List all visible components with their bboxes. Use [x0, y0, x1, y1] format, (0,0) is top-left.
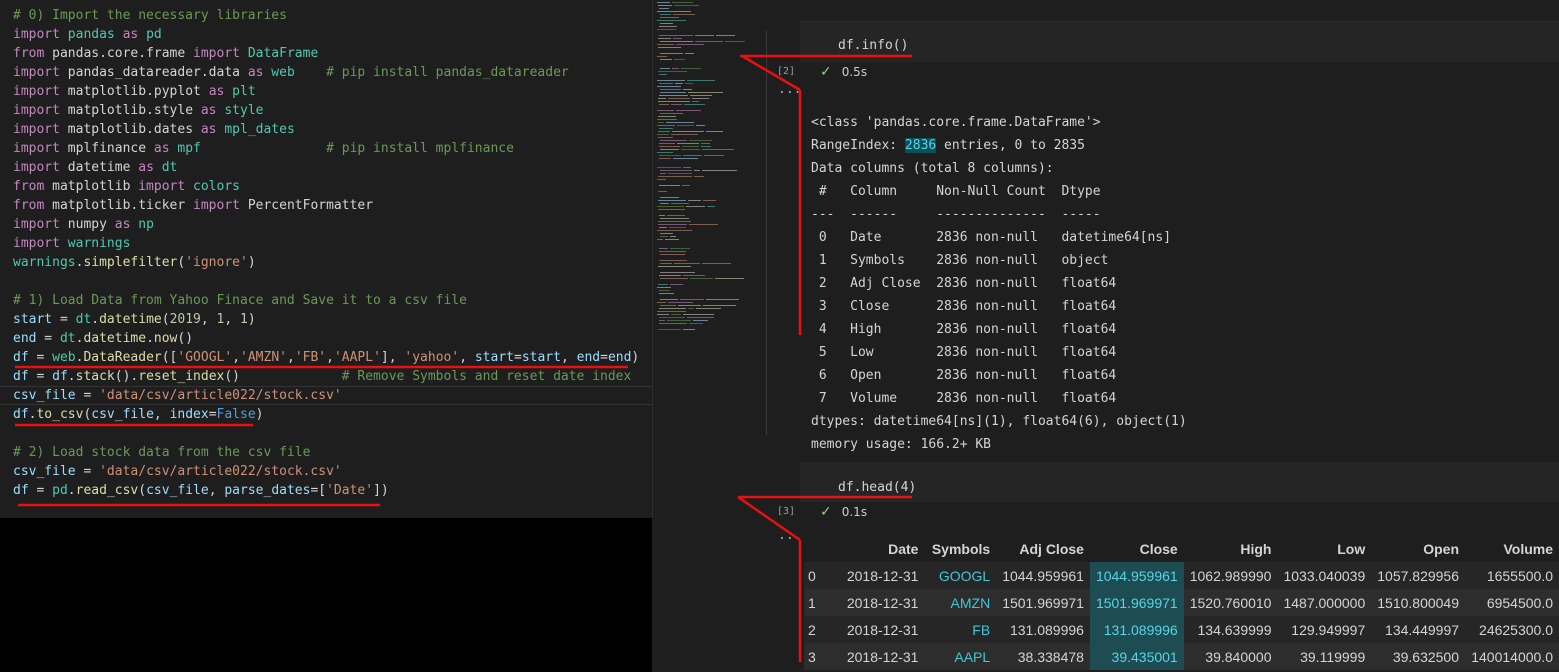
bracket-head-connector	[737, 495, 801, 542]
bracket-head	[738, 495, 912, 662]
bracket-info-connector	[741, 54, 801, 92]
annotation-overlay	[15, 54, 912, 662]
bracket-info	[740, 54, 912, 335]
